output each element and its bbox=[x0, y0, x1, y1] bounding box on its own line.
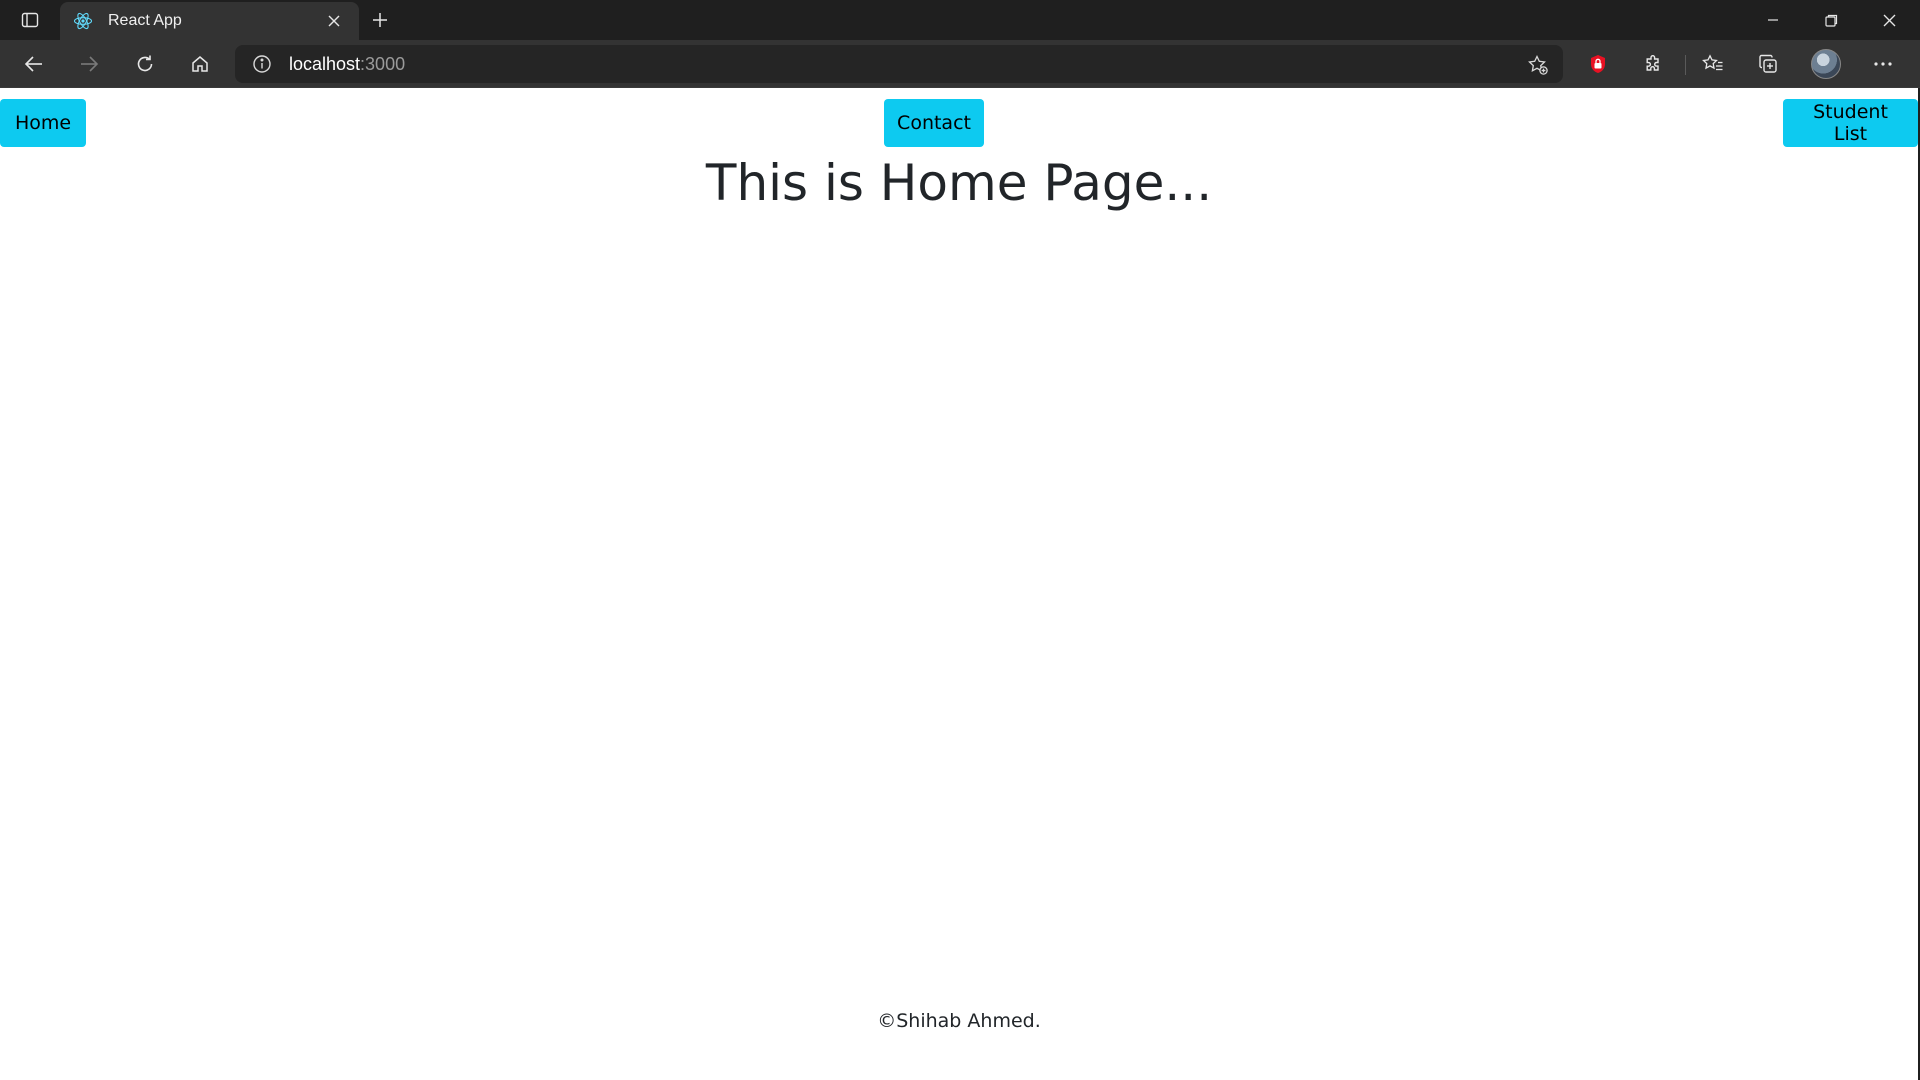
new-tab-button[interactable] bbox=[366, 6, 394, 34]
collections-button[interactable] bbox=[1750, 47, 1786, 81]
url-text: localhost:3000 bbox=[289, 54, 405, 75]
refresh-icon bbox=[137, 55, 153, 72]
close-icon bbox=[1883, 14, 1895, 26]
react-logo-icon bbox=[72, 10, 94, 32]
star-add-icon[interactable] bbox=[1525, 52, 1551, 78]
minimize-icon bbox=[1768, 19, 1778, 21]
student-list-nav-button[interactable]: Student List bbox=[1783, 99, 1918, 147]
restore-button[interactable] bbox=[1803, 0, 1859, 40]
restore-icon bbox=[1824, 14, 1837, 27]
home-icon bbox=[192, 56, 208, 72]
arrow-left-icon bbox=[24, 56, 42, 72]
forward-button[interactable] bbox=[71, 47, 107, 81]
more-button[interactable] bbox=[1865, 47, 1901, 81]
profile-avatar[interactable] bbox=[1811, 49, 1841, 79]
url-host: localhost bbox=[289, 53, 361, 74]
browser-toolbar: localhost:3000 bbox=[0, 40, 1920, 88]
page-heading: This is Home Page... bbox=[705, 154, 1213, 212]
tab-actions-icon[interactable] bbox=[12, 8, 48, 32]
minimize-button[interactable] bbox=[1745, 0, 1801, 40]
close-tab-icon[interactable] bbox=[321, 8, 347, 34]
url-port: :3000 bbox=[360, 53, 406, 74]
puzzle-icon bbox=[1646, 55, 1659, 71]
extensions-button[interactable] bbox=[1635, 47, 1671, 81]
info-icon[interactable] bbox=[235, 54, 289, 74]
tab-title: React App bbox=[108, 12, 182, 29]
page-content: Home Contact Student List This is Home P… bbox=[0, 88, 1920, 1080]
browser-tab-strip: React App bbox=[0, 0, 1920, 40]
back-button[interactable] bbox=[16, 47, 52, 81]
close-window-button[interactable] bbox=[1861, 0, 1917, 40]
favorites-icon bbox=[1702, 54, 1723, 71]
plus-icon bbox=[373, 13, 387, 27]
home-button[interactable] bbox=[182, 47, 218, 81]
footer-copyright: ©Shihab Ahmed. bbox=[877, 1010, 1041, 1032]
lock-icon bbox=[1591, 55, 1605, 73]
browser-tab[interactable]: React App bbox=[60, 2, 359, 40]
arrow-right-icon bbox=[81, 56, 99, 72]
home-nav-button[interactable]: Home bbox=[0, 99, 86, 147]
extension-button[interactable] bbox=[1580, 47, 1616, 81]
refresh-button[interactable] bbox=[127, 47, 163, 81]
contact-nav-button[interactable]: Contact bbox=[884, 99, 984, 147]
address-bar[interactable]: localhost:3000 bbox=[235, 45, 1563, 83]
toolbar-divider bbox=[1685, 55, 1686, 75]
collections-icon bbox=[1759, 54, 1777, 73]
more-icon bbox=[1874, 62, 1892, 66]
favorites-button[interactable] bbox=[1695, 47, 1731, 81]
